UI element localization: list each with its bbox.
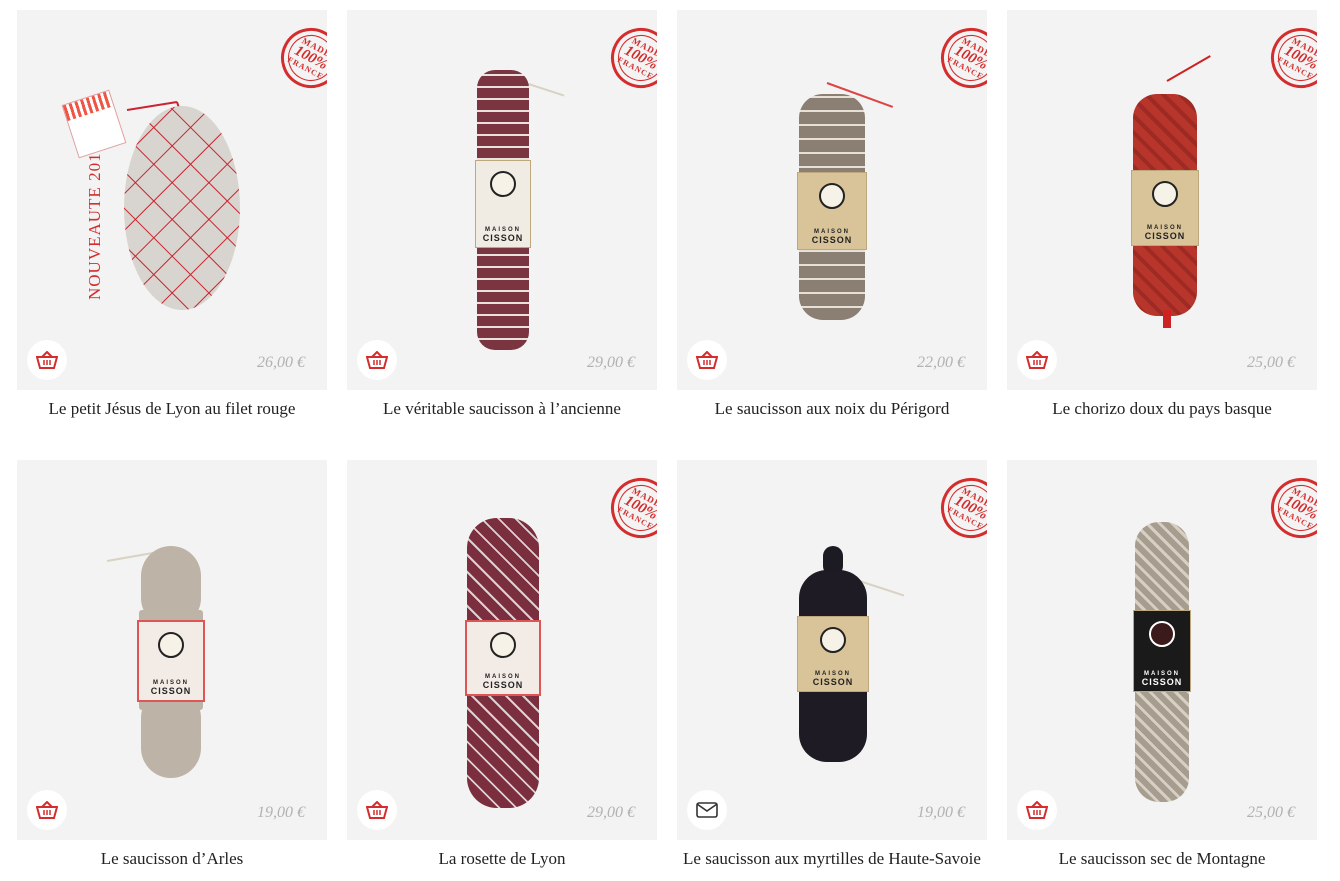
add-to-cart-button[interactable] bbox=[357, 790, 397, 830]
product-image[interactable]: MADE 100% FRANCE NOUVEAUTE 2018 26,00 € bbox=[17, 10, 327, 390]
product-image[interactable]: MADE 100% FRANCE MAISON CISSON 29,00 € bbox=[347, 460, 657, 840]
product-card[interactable]: MADE 100% FRANCE MAISON CISSON 29,00 € L… bbox=[347, 10, 657, 418]
envelope-icon bbox=[696, 802, 718, 818]
product-label: MAISON CISSON bbox=[475, 160, 531, 248]
cart-icon bbox=[36, 801, 58, 819]
product-image[interactable]: MADE 100% FRANCE MAISON CISSON 22,00 € bbox=[677, 10, 987, 390]
product-card[interactable]: MADE 100% FRANCE MAISON CISSON 25,00 € L… bbox=[1007, 10, 1317, 418]
add-to-cart-button[interactable] bbox=[1017, 790, 1057, 830]
brand-logo-icon bbox=[158, 632, 184, 658]
add-to-cart-button[interactable] bbox=[27, 340, 67, 380]
made-in-france-stamp: MADE 100% FRANCE bbox=[930, 17, 987, 99]
add-to-cart-button[interactable] bbox=[27, 790, 67, 830]
made-in-france-stamp: MADE 100% FRANCE bbox=[930, 467, 987, 549]
made-in-france-stamp: MADE 100% FRANCE bbox=[270, 17, 327, 99]
novelty-badge: NOUVEAUTE 2018 bbox=[85, 142, 104, 300]
product-image[interactable]: MADE 100% FRANCE MAISON CISSON 25,00 € bbox=[1007, 10, 1317, 390]
cart-icon bbox=[1026, 351, 1048, 369]
product-card[interactable]: MAISON CISSON 19,00 € Le saucisson d’Arl… bbox=[17, 460, 327, 868]
product-price: 25,00 € bbox=[1247, 354, 1295, 371]
product-label: MAISON CISSON bbox=[797, 616, 869, 692]
product-label: MAISON CISSON bbox=[1131, 170, 1199, 246]
product-card[interactable]: MADE 100% FRANCE MAISON CISSON 25,00 € L… bbox=[1007, 460, 1317, 868]
product-label: MAISON CISSON bbox=[465, 620, 541, 696]
product-name[interactable]: Le chorizo doux du pays basque bbox=[1007, 400, 1317, 418]
sausage-illustration bbox=[124, 101, 240, 310]
contact-button[interactable] bbox=[687, 790, 727, 830]
product-image[interactable]: MADE 100% FRANCE MAISON CISSON 25,00 € bbox=[1007, 460, 1317, 840]
product-card[interactable]: MADE 100% FRANCE MAISON CISSON 29,00 € L… bbox=[347, 460, 657, 868]
product-name[interactable]: Le saucisson aux myrtilles de Haute-Savo… bbox=[677, 850, 987, 872]
product-card[interactable]: MADE 100% FRANCE MAISON CISSON 19,00 € L… bbox=[677, 460, 987, 872]
made-in-france-stamp: MADE 100% FRANCE bbox=[1260, 17, 1317, 99]
brand-logo-icon bbox=[820, 627, 846, 653]
brand-logo-icon bbox=[490, 632, 516, 658]
product-name[interactable]: La rosette de Lyon bbox=[347, 850, 657, 868]
product-grid: MADE 100% FRANCE NOUVEAUTE 2018 26,00 € … bbox=[0, 0, 1340, 881]
made-in-france-stamp: MADE 100% FRANCE bbox=[600, 17, 657, 99]
product-name[interactable]: Le véritable saucisson à l’ancienne bbox=[347, 400, 657, 418]
product-price: 19,00 € bbox=[257, 804, 305, 821]
product-price: 22,00 € bbox=[917, 354, 965, 371]
product-image[interactable]: MAISON CISSON 19,00 € bbox=[17, 460, 327, 840]
cart-icon bbox=[696, 351, 718, 369]
product-name[interactable]: Le petit Jésus de Lyon au filet rouge bbox=[17, 400, 327, 418]
product-name[interactable]: Le saucisson sec de Montagne bbox=[1007, 850, 1317, 868]
product-price: 26,00 € bbox=[257, 354, 305, 371]
product-label: MAISON CISSON bbox=[1133, 610, 1191, 692]
product-image[interactable]: MADE 100% FRANCE MAISON CISSON 29,00 € bbox=[347, 10, 657, 390]
cart-icon bbox=[366, 801, 388, 819]
cart-icon bbox=[1026, 801, 1048, 819]
product-price: 19,00 € bbox=[917, 804, 965, 821]
product-name[interactable]: Le saucisson d’Arles bbox=[17, 850, 327, 868]
cart-icon bbox=[366, 351, 388, 369]
product-card[interactable]: MADE 100% FRANCE MAISON CISSON 22,00 € L… bbox=[677, 10, 987, 418]
product-price: 25,00 € bbox=[1247, 804, 1295, 821]
made-in-france-stamp: MADE 100% FRANCE bbox=[1260, 467, 1317, 549]
product-image[interactable]: MADE 100% FRANCE MAISON CISSON 19,00 € bbox=[677, 460, 987, 840]
product-name[interactable]: Le saucisson aux noix du Périgord bbox=[677, 400, 987, 418]
product-label: MAISON CISSON bbox=[797, 172, 867, 250]
add-to-cart-button[interactable] bbox=[357, 340, 397, 380]
brand-logo-icon bbox=[490, 171, 516, 197]
brand-logo-icon bbox=[1149, 621, 1175, 647]
add-to-cart-button[interactable] bbox=[687, 340, 727, 380]
cart-icon bbox=[36, 351, 58, 369]
add-to-cart-button[interactable] bbox=[1017, 340, 1057, 380]
product-price: 29,00 € bbox=[587, 354, 635, 371]
product-price: 29,00 € bbox=[587, 804, 635, 821]
product-label: MAISON CISSON bbox=[137, 620, 205, 702]
brand-logo-icon bbox=[1152, 181, 1178, 207]
brand-logo-icon bbox=[819, 183, 845, 209]
product-card[interactable]: MADE 100% FRANCE NOUVEAUTE 2018 26,00 € … bbox=[17, 10, 327, 418]
made-in-france-stamp: MADE 100% FRANCE bbox=[600, 467, 657, 549]
